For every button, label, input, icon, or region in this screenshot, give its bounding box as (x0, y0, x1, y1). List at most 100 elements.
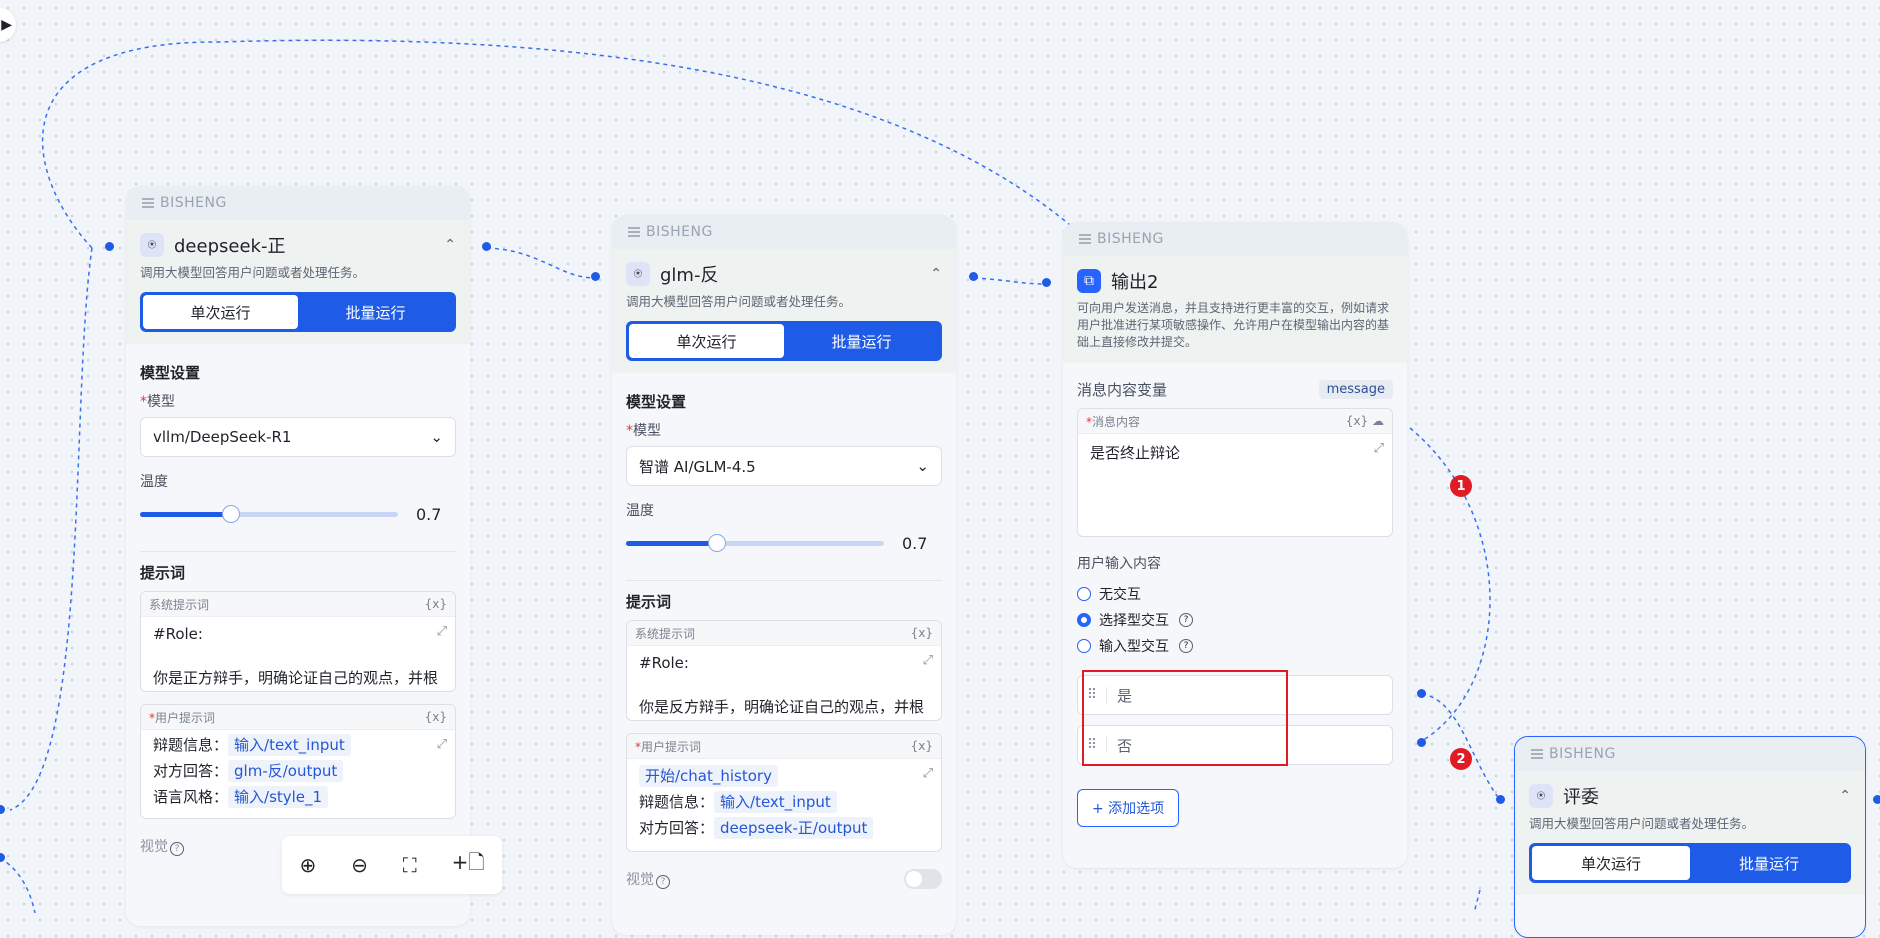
radio-button[interactable] (1077, 587, 1091, 601)
model-select[interactable]: 智谱 AI/GLM-4.5 ⌄ (626, 446, 942, 486)
user-prompt-box[interactable]: *用户提示词 {x} ⤢ 开始/chat_history 辩题信息： 输入/text… (626, 733, 942, 852)
radio-label: 无交互 (1099, 587, 1141, 603)
chevron-up-icon[interactable]: ⌃ (930, 266, 942, 282)
message-content-box[interactable]: *消息内容 {x} ☁ ⤢ 是否终止辩论 (1077, 408, 1393, 537)
model-value: vllm/DeepSeek-R1 (153, 428, 292, 446)
tab-single-run[interactable]: 单次运行 (143, 295, 298, 329)
system-prompt-box[interactable]: 系统提示词 {x} ⤢ #Role: 你是正方辩手，明确论证自己的观点，并根据对方… (140, 591, 456, 692)
user-prompt-box[interactable]: *用户提示词 {x} ⤢ 辩题信息： 输入/text_input 对方回答： glm-… (140, 704, 456, 819)
node1-output-port[interactable] (482, 242, 491, 251)
expand-icon[interactable]: ⤢ (923, 650, 933, 672)
radio-choice-interaction[interactable]: 选择型交互? (1077, 607, 1393, 633)
tab-batch-run[interactable]: 批量运行 (1690, 846, 1848, 880)
zoom-out-icon[interactable]: ⊖ (351, 853, 368, 877)
fit-view-icon[interactable]: ⛶ (403, 853, 417, 877)
bisheng-logo-icon (1531, 748, 1543, 760)
variable-tag[interactable]: 输入/text_input (714, 791, 837, 813)
temperature-value: 0.7 (902, 533, 928, 553)
zoom-in-icon[interactable]: ⊕ (299, 853, 316, 877)
system-prompt-line-1: #Role: (639, 654, 689, 672)
slider-track[interactable] (140, 504, 398, 523)
chevron-down-icon: ⌄ (916, 457, 929, 475)
radio-button[interactable] (1077, 639, 1091, 653)
variable-icon[interactable]: {x} (911, 626, 933, 640)
add-note-icon[interactable]: +🗋 (452, 848, 485, 882)
vision-row: 视觉? (626, 864, 942, 894)
node-title: glm-反 (660, 265, 719, 286)
variable-tag[interactable]: glm-反/output (228, 760, 344, 782)
option-yes-port[interactable] (1417, 689, 1426, 698)
temperature-label: 温度 (626, 503, 654, 519)
user-prompt-line: 对方回答： deepseek-正/output (639, 815, 929, 841)
slider-thumb[interactable] (222, 504, 241, 523)
temperature-slider[interactable]: 0.7 (140, 497, 456, 531)
vision-toggle[interactable] (904, 869, 942, 889)
radio-button-checked[interactable] (1077, 613, 1091, 627)
llm-node-glm[interactable]: BISHENG ⍟ glm-反 ⌃ 调用大模型回答用户问题或者处理任务。 单次运… (612, 215, 956, 935)
variable-tag[interactable]: 开始/chat_history (639, 765, 778, 787)
llm-node-judge[interactable]: BISHENG ⍟ 评委 ⌃ 调用大模型回答用户问题或者处理任务。 单次运行 批… (1514, 736, 1866, 938)
chevron-up-icon[interactable]: ⌃ (1839, 788, 1851, 804)
message-content-text: 是否终止辩论 (1090, 444, 1181, 462)
model-label: *模型 (140, 394, 175, 410)
node4-output-port[interactable] (1873, 795, 1880, 804)
node2-output-port[interactable] (969, 272, 978, 281)
variable-icon[interactable]: {x} (911, 739, 933, 753)
system-prompt-line-1: #Role: (153, 625, 203, 643)
model-select[interactable]: vllm/DeepSeek-R1 ⌄ (140, 417, 456, 457)
chevron-up-icon[interactable]: ⌃ (444, 237, 456, 253)
bisheng-logo-icon (628, 226, 640, 238)
brand-label: BISHENG (160, 195, 227, 211)
add-option-button[interactable]: + 添加选项 (1077, 789, 1180, 827)
node-description: 调用大模型回答用户问题或者处理任务。 (626, 294, 852, 309)
annotation-badge-1: 1 (1450, 475, 1472, 497)
expand-icon[interactable]: ⤢ (437, 734, 447, 756)
expand-icon[interactable]: ⤢ (923, 763, 933, 785)
brand-label: BISHENG (1549, 746, 1616, 762)
slider-thumb[interactable] (708, 533, 727, 552)
variable-tag[interactable]: 输入/style_1 (228, 786, 329, 808)
variable-icon[interactable]: {x} (425, 710, 447, 724)
message-var-tag[interactable]: message (1318, 380, 1393, 399)
llm-icon: ⍟ (140, 233, 164, 257)
radio-input-interaction[interactable]: 输入型交互? (1077, 633, 1393, 659)
slider-track[interactable] (626, 533, 884, 552)
help-icon[interactable]: ? (656, 875, 670, 889)
tab-single-run[interactable]: 单次运行 (1532, 846, 1690, 880)
expand-icon[interactable]: ⤢ (1374, 438, 1384, 460)
llm-node-deepseek[interactable]: BISHENG ⍟ deepseek-正 ⌃ 调用大模型回答用户问题或者处理任务… (126, 186, 470, 926)
tab-single-run[interactable]: 单次运行 (629, 324, 784, 358)
help-icon[interactable]: ? (1179, 639, 1193, 653)
llm-icon: ⍟ (1529, 784, 1553, 808)
node4-input-port[interactable] (1496, 795, 1505, 804)
help-icon[interactable]: ? (170, 842, 184, 856)
variable-tag[interactable]: 输入/text_input (228, 734, 351, 756)
upload-cloud-icon[interactable]: ☁ (1372, 414, 1384, 428)
run-mode-tabs: 单次运行 批量运行 (140, 292, 456, 332)
bisheng-logo-icon (142, 197, 154, 209)
node2-input-port[interactable] (591, 272, 600, 281)
node3-input-port[interactable] (1042, 278, 1051, 287)
radio-label: 输入型交互 (1099, 639, 1169, 655)
variable-icon[interactable]: {x} (425, 597, 447, 611)
model-settings-heading: 模型设置 (626, 393, 687, 411)
highlight-box (1082, 670, 1288, 766)
user-prompt-line: 辩题信息： 输入/text_input (639, 789, 929, 815)
option-no-port[interactable] (1417, 738, 1426, 747)
output-node[interactable]: BISHENG ⧉ 输出2 可向用户发送消息，并且支持进行更丰富的交互，例如请求… (1063, 222, 1407, 868)
node-title: deepseek-正 (174, 236, 286, 257)
brand-label: BISHENG (646, 224, 713, 240)
brand-label: BISHENG (1097, 231, 1164, 247)
run-mode-tabs: 单次运行 批量运行 (626, 321, 942, 361)
node1-input-port[interactable] (105, 242, 114, 251)
message-output-icon: ⧉ (1077, 269, 1101, 293)
help-icon[interactable]: ? (1179, 613, 1193, 627)
radio-no-interaction[interactable]: 无交互 (1077, 581, 1393, 607)
tab-batch-run[interactable]: 批量运行 (298, 295, 453, 329)
variable-tag[interactable]: deepseek-正/output (714, 817, 874, 839)
variable-icon[interactable]: {x} (1346, 414, 1368, 428)
expand-icon[interactable]: ⤢ (437, 621, 447, 643)
system-prompt-box[interactable]: 系统提示词 {x} ⤢ #Role: 你是反方辩手，明确论证自己的观点，并根据对方… (626, 620, 942, 721)
tab-batch-run[interactable]: 批量运行 (784, 324, 939, 358)
temperature-slider[interactable]: 0.7 (626, 526, 942, 560)
